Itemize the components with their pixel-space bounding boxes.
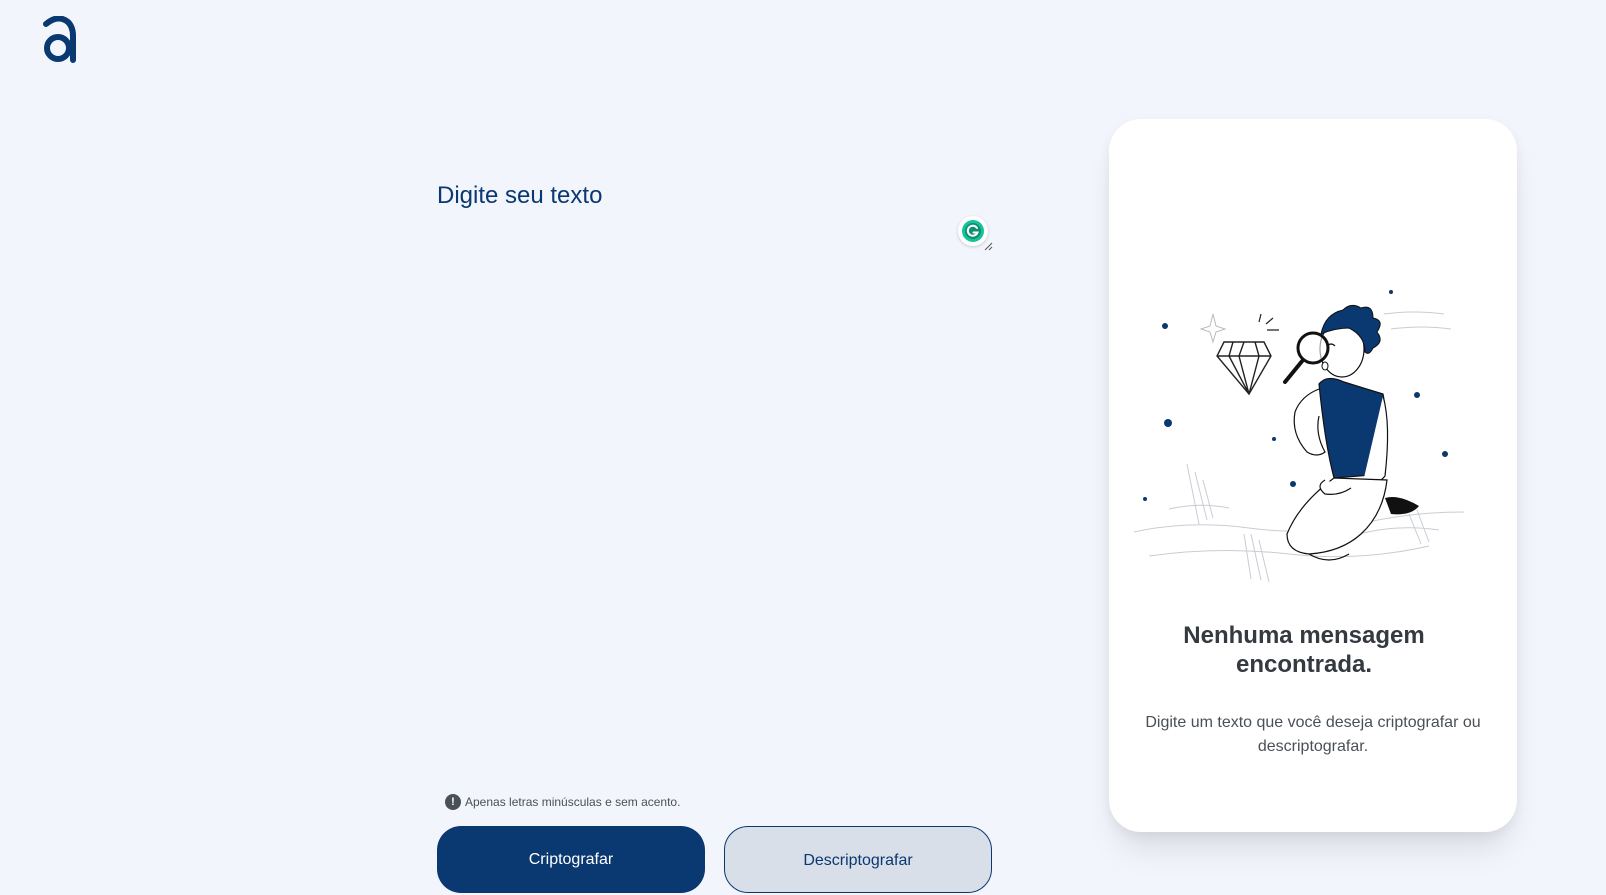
textarea-resize-handle[interactable] [984,238,993,251]
hint-text: Apenas letras minúsculas e sem acento. [465,795,681,809]
encrypt-button[interactable]: Criptografar [437,826,705,893]
empty-state-text: Digite um texto que você deseja criptogr… [1145,714,1481,755]
alert-circle-icon: ! [445,794,461,810]
text-editor [437,170,993,776]
empty-state-title: Nenhuma mensagem encontrada. [1183,622,1425,678]
decrypt-button[interactable]: Descriptografar [724,826,992,893]
alura-logo [40,15,76,66]
person-with-magnifier-illustration [1129,284,1469,589]
input-hint: ! Apenas letras minúsculas e sem acento. [445,794,680,810]
output-panel: Nenhuma mensagem encontrada. Digite um t… [1109,119,1517,832]
message-input[interactable] [437,170,993,776]
